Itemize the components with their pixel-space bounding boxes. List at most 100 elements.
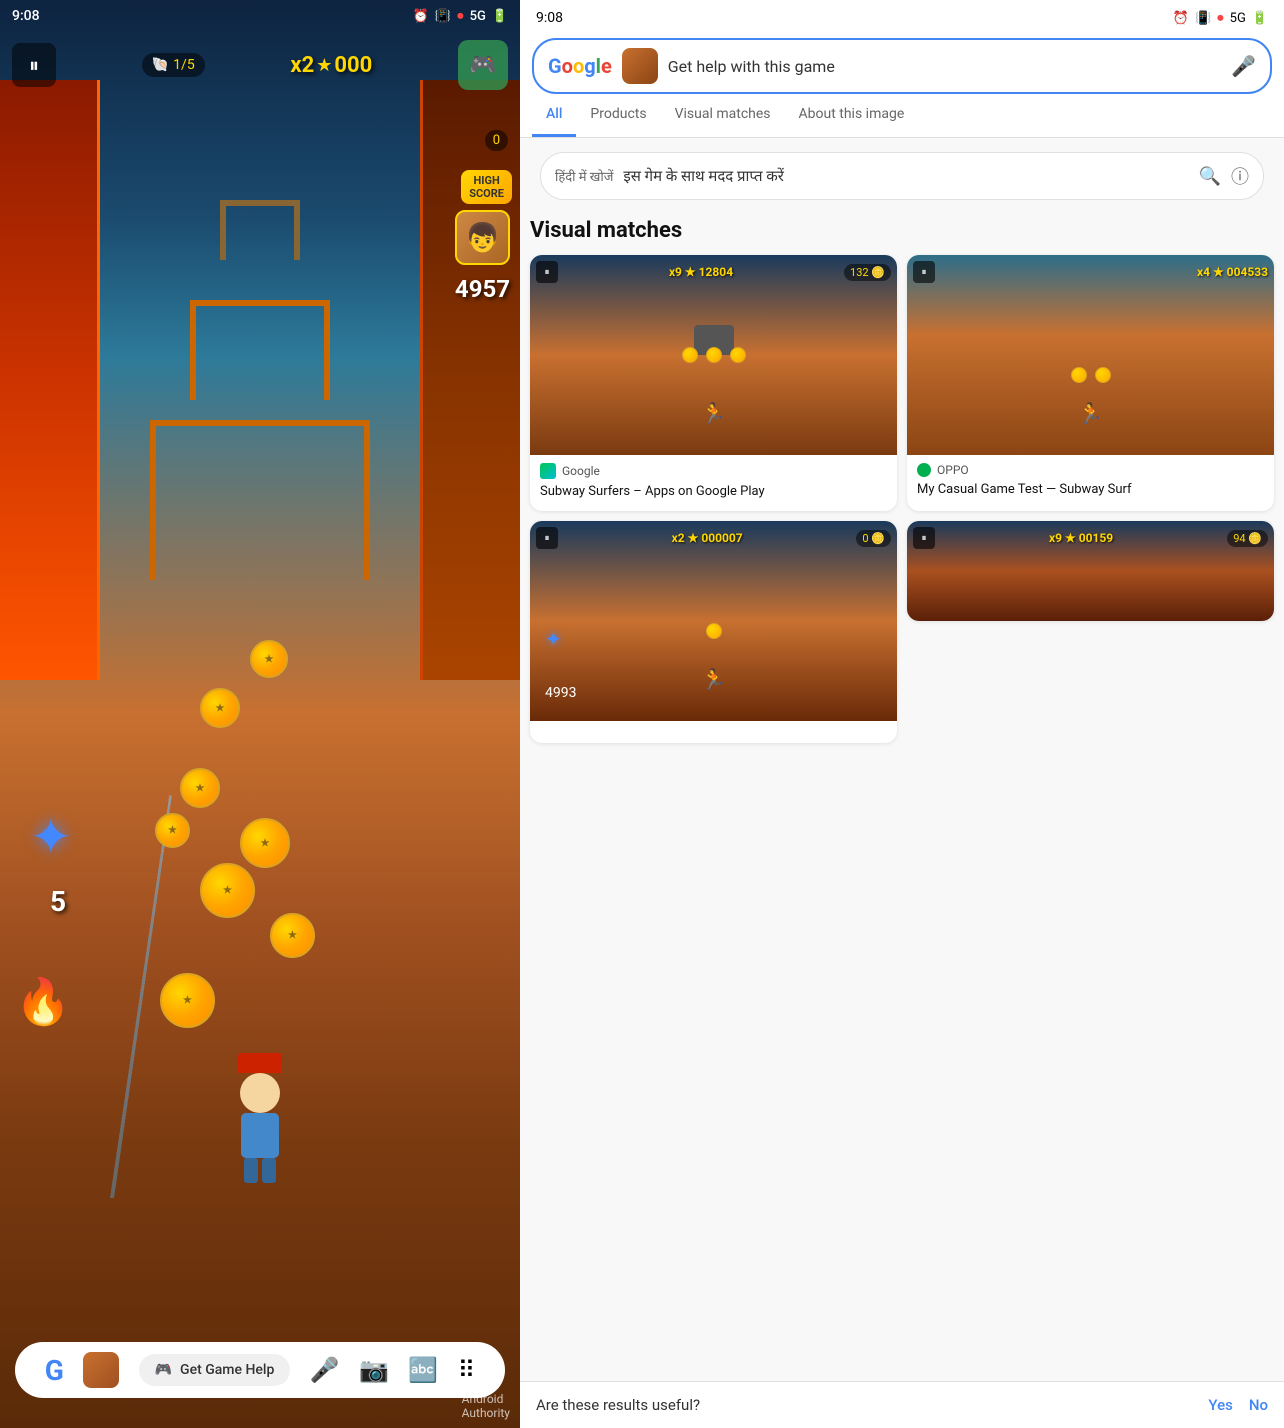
watermark: AndroidAuthority — [462, 1392, 510, 1420]
lives-display: 🐚 1/5 — [142, 53, 205, 77]
search-bar-container: Google Get help with this game 🎤 — [520, 30, 1284, 94]
ss2-score: x4 ★ 004533 — [1197, 265, 1268, 279]
coin-4: ★ — [200, 863, 255, 918]
right-alarm-icon: ⏰ — [1173, 11, 1189, 26]
gate-near — [150, 420, 370, 580]
coin-6: ★ — [200, 688, 240, 728]
right-status-icons: ⏰ 📳 ⏺ 5G 🔋 — [1173, 11, 1268, 26]
right-battery: 🔋 — [1252, 11, 1268, 26]
ss3-score-display: 4993 — [545, 685, 576, 701]
tab-products[interactable]: Products — [576, 94, 660, 137]
alarm-icon: ⏰ — [413, 9, 429, 24]
feedback-yes-button[interactable]: Yes — [1208, 1396, 1232, 1414]
coin-5: ★ — [270, 913, 315, 958]
building-left — [0, 80, 100, 680]
player-avatar: 👦 — [455, 210, 510, 265]
match-card-2-source-name: OPPO — [937, 463, 969, 477]
match-card-2-source: OPPO — [917, 463, 1264, 477]
ss4-coins: 94 🪙 — [1227, 530, 1268, 547]
ss3-score: x2 ★ 000007 — [672, 531, 743, 545]
match-card-1[interactable]: ⏸ x9 ★ 12804 132 🪙 🏃 — [530, 255, 897, 511]
tab-visual-matches[interactable]: Visual matches — [661, 94, 785, 137]
match-card-4-image: ⏸ x9 ★ 00159 94 🪙 — [907, 521, 1274, 621]
high-score-label-2: SCORE — [469, 187, 504, 200]
voice-search-icon[interactable]: 🎤 — [1231, 54, 1256, 78]
get-game-help-button[interactable]: 🎮 Get Game Help — [139, 1354, 291, 1386]
character-body — [241, 1113, 279, 1158]
ss4-pause: ⏸ — [913, 527, 935, 549]
status-time: 9:08 — [12, 8, 40, 24]
translate-icon[interactable]: 🔤 — [408, 1356, 438, 1384]
lives-count: 1/5 — [173, 57, 195, 73]
right-vibrate-icon: 📳 — [1195, 11, 1211, 26]
score-zeros: 000 — [334, 53, 372, 78]
char-leg-right — [262, 1158, 276, 1183]
feedback-no-button[interactable]: No — [1249, 1396, 1268, 1414]
signal-text: 5G — [470, 9, 486, 24]
lens-results-panel: 9:08 ⏰ 📳 ⏺ 5G 🔋 Google Get help with thi… — [520, 0, 1284, 1428]
match-card-3-image: ⏸ x2 ★ 000007 0 🪙 ✦ 4993 🏃 — [530, 521, 897, 721]
ss2-coins-row — [1071, 367, 1111, 383]
shell-icon: 🐚 — [152, 57, 169, 73]
ss2-hud: ⏸ x4 ★ 004533 — [913, 261, 1268, 283]
mic-icon[interactable]: 🎤 — [310, 1356, 340, 1384]
ss2-coin-2 — [1095, 367, 1111, 383]
controller-icon[interactable]: 🎮 — [458, 40, 508, 90]
ss3-star-icon: ✦ — [545, 627, 562, 651]
feedback-bar: Are these results useful? Yes No — [520, 1381, 1284, 1428]
high-score-badge: HIGH SCORE — [461, 170, 512, 204]
search-query-text: Get help with this game — [668, 57, 1221, 76]
match-card-3[interactable]: ⏸ x2 ★ 000007 0 🪙 ✦ 4993 🏃 — [530, 521, 897, 743]
google-play-logo-icon — [540, 463, 556, 479]
gate-far — [220, 200, 300, 260]
stars-display: x2 ★ 000 — [290, 53, 372, 78]
camera-icon[interactable]: 📷 — [359, 1356, 389, 1384]
gamepad-icon: 🎮 — [155, 1362, 172, 1378]
ss1-coin-3 — [730, 347, 746, 363]
game-thumbnail-icon[interactable] — [83, 1352, 119, 1388]
ss1-coins: 132 🪙 — [844, 264, 891, 281]
gate-mid — [190, 300, 330, 400]
match-card-2-title: My Casual Game Test — Subway Surf — [917, 481, 1264, 499]
ss1-pause: ⏸ — [536, 261, 558, 283]
match-card-1-source-name: Google — [562, 464, 600, 478]
right-status-bar: 9:08 ⏰ 📳 ⏺ 5G 🔋 — [520, 0, 1284, 30]
character-legs — [225, 1158, 295, 1183]
match-card-1-image: ⏸ x9 ★ 12804 132 🪙 🏃 — [530, 255, 897, 455]
game-hud: 9:08 ⏰ 📳 ⏺ 5G 🔋 ⏸ 🐚 1/5 x2 ★ 000 🎮 — [0, 0, 520, 98]
pause-button[interactable]: ⏸ — [12, 43, 56, 87]
hindi-suggestion-wrapper: हिंदी में खोजें इस गेम के साथ मदद प्राप्… — [520, 138, 1284, 200]
match-card-2[interactable]: ⏸ x4 ★ 004533 🏃 OPPO — [907, 255, 1274, 511]
search-bar[interactable]: Google Get help with this game 🎤 — [532, 38, 1272, 94]
scrollable-results[interactable]: हिंदी में खोजें इस गेम के साथ मदद प्राप्… — [520, 138, 1284, 1428]
ss2-pause: ⏸ — [913, 261, 935, 283]
ss2-coin-1 — [1071, 367, 1087, 383]
match-card-1-title: Subway Surfers – Apps on Google Play — [540, 483, 887, 501]
match-card-4[interactable]: ⏸ x9 ★ 00159 94 🪙 — [907, 521, 1274, 621]
star-icon: ★ — [316, 55, 332, 76]
high-score-label: HIGH — [469, 174, 504, 187]
right-signal: 5G — [1230, 11, 1246, 26]
visual-matches-grid: ⏸ x9 ★ 12804 132 🪙 🏃 — [530, 255, 1274, 743]
status-bar: 9:08 ⏰ 📳 ⏺ 5G 🔋 — [0, 0, 520, 32]
ss3-coin-1 — [706, 623, 722, 639]
tabs-row: All Products Visual matches About this i… — [532, 94, 1272, 137]
hindi-label: हिंदी में खोजें — [555, 167, 613, 185]
right-status-time: 9:08 — [536, 10, 563, 26]
coin-8: ★ — [160, 973, 215, 1028]
game-panel: ★ ★ ★ ★ ★ ★ ★ ★ ✦ 5 🔥 9:08 ⏰ 📳 ⏺ 5G 🔋 — [0, 0, 520, 1428]
visual-matches-section: Visual matches ⏸ x9 ★ 12804 132 🪙 — [520, 206, 1284, 743]
search-game-thumbnail — [622, 48, 658, 84]
ss1-hud: ⏸ x9 ★ 12804 132 🪙 — [536, 261, 891, 283]
google-g-icon[interactable]: G — [45, 1354, 64, 1387]
hindi-suggestion[interactable]: हिंदी में खोजें इस गेम के साथ मदद प्राप्… — [540, 152, 1264, 200]
get-game-help-label: Get Game Help — [180, 1362, 274, 1378]
match-card-1-source: Google — [540, 463, 887, 479]
multiplier: x2 — [290, 53, 314, 78]
tab-all[interactable]: All — [532, 94, 576, 137]
grid-icon[interactable]: ⠿ — [458, 1356, 476, 1384]
ss3-coins-row — [706, 623, 722, 639]
hindi-help-icon[interactable]: ⓘ — [1231, 163, 1249, 189]
vibrate-icon: 📳 — [435, 9, 451, 24]
tab-about-image[interactable]: About this image — [785, 94, 919, 137]
